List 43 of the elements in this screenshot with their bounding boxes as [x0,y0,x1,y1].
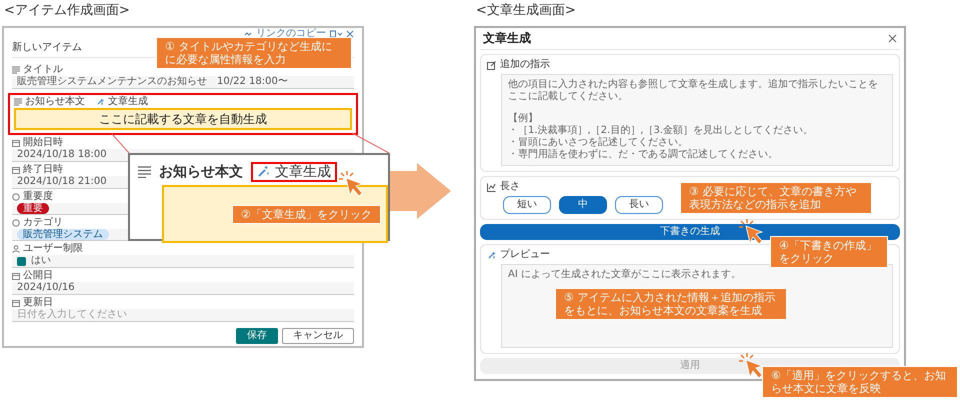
checkbox-field[interactable]: はい [12,255,354,268]
placeholder-line: ・冒頭にあいさつを記述してください。 [508,137,689,148]
generate-draft-button[interactable]: 下書きの生成 [480,224,900,240]
placeholder-line: 他の項目に入力された内容も参照して文章を生成します。追加で指示したいことをここに記載してください。 [508,79,879,103]
field-label: お知らせ本文 [159,164,243,180]
length-option[interactable]: 長い [615,196,663,214]
field-label: 公開日 [23,270,53,282]
callout-tooltip: ④「下書きの作成」をクリック [770,236,888,268]
instruction-field[interactable]: 他の項目に入力された内容も参照して文章を生成します。追加で指示したいことをここに記載してください。 【例】 ・［1.決裁事項］,［2.目的］,［3.金額］を見出しとしてください。 ・冒頭にあいさつを記述してください。 ・専門用語を使わずに、だ・である調で記述してください。 [501,74,893,166]
callout-tooltip: ⑤ アイテムに入力された情報＋追加の指示をもとに、お知らせ本文の文章案を生成 [555,288,787,320]
tag: 重要 [17,203,49,214]
save-button[interactable]: 保存 [236,328,278,344]
field-label: 終了日時 [23,164,63,176]
callout-tooltip: ③ 必要に応じて、文章の書き方や表現方法などの指示を追加 [680,182,872,214]
note-text: ここに記載する文章を自動生成 [14,108,352,130]
placeholder-line: ・専門用語を使わずに、だ・である調で記述してください。 [508,149,779,161]
input-field[interactable]: 2024/10/16 [12,282,354,295]
dialog-title: 文章生成 [483,31,531,46]
input-field[interactable]: 販売管理システムメンテナンスのお知らせ 10/22 18:00〜 [12,76,354,89]
callout-tooltip: ②「文章生成」をクリック [232,205,381,224]
placeholder-line: 【例】 [508,113,539,124]
field-label: 更新日 [23,297,53,308]
section-heading: <文章生成画面> [475,2,577,19]
callout-tooltip: ① タイトルやカテゴリなど生成にに必要な属性情報を入力 [156,37,352,69]
generate-text-link[interactable]: 文章生成 [96,96,148,108]
placeholder-line: ・［1.決裁事項］,［2.目的］,［3.金額］を見出しとしてください。 [508,125,814,136]
callout-tooltip: ⑥「適用」をクリックすると、お知らせ本文に文章を反映 [762,366,958,398]
field-label: 開始日時 [23,137,63,149]
generate-text-link[interactable]: 文章生成 [251,162,337,182]
tag: 販売管理システム [17,229,109,240]
field-label: ユーザー制限 [23,243,83,255]
field-label: タイトル [23,64,63,76]
cancel-button[interactable]: キャンセル [282,328,354,344]
field-label: 重要度 [23,191,53,203]
section-heading: <アイテム作成画面> [3,2,131,19]
section-label: 追加の指示 [500,59,550,71]
copy-link[interactable]: リンクのコピー [256,28,326,40]
length-option[interactable]: 中 [559,196,607,214]
section-label: 長さ [500,181,520,193]
field-label: カテゴリ [23,217,63,228]
section-label: プレビュー [500,249,550,261]
field-label: お知らせ本文 [25,96,85,108]
length-option[interactable]: 短い [503,196,551,214]
